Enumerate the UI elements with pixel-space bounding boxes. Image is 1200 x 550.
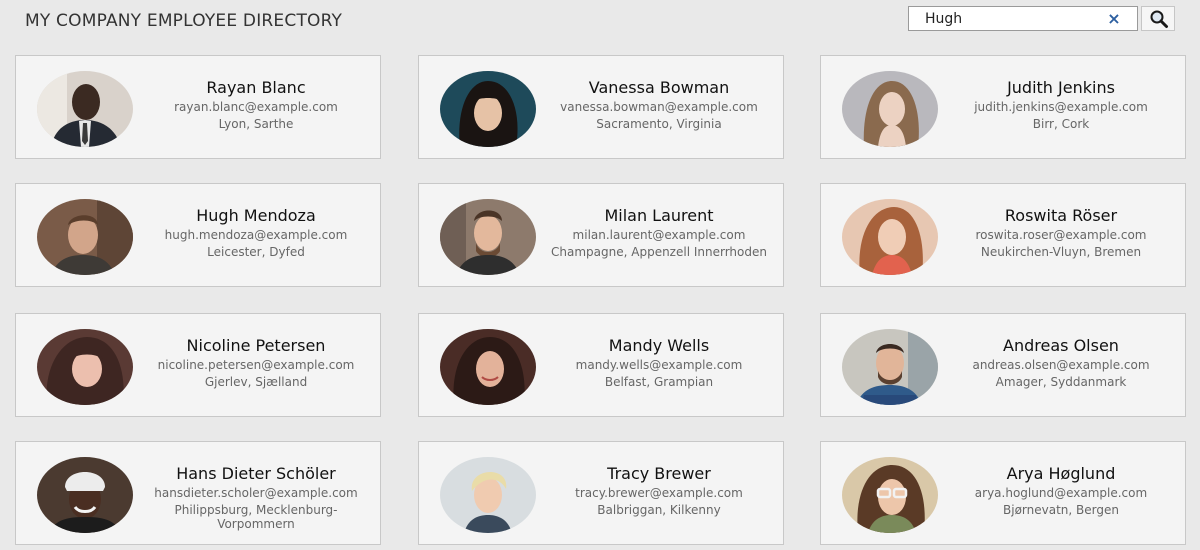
search-box: × <box>908 6 1138 31</box>
employee-name: Arya Høglund <box>1006 464 1116 483</box>
employee-location: Neukirchen-Vluyn, Bremen <box>980 245 1142 259</box>
employee-email: andreas.olsen@example.com <box>972 358 1150 372</box>
employee-location: Philippsburg, Mecklenburg-Vorpommern <box>174 503 338 531</box>
employee-card[interactable]: Arya Høglund arya.hoglund@example.com Bj… <box>820 441 1186 545</box>
employee-card[interactable]: Mandy Wells mandy.wells@example.com Belf… <box>418 313 784 417</box>
employee-email: nicoline.petersen@example.com <box>157 358 355 372</box>
employee-card[interactable]: Tracy Brewer tracy.brewer@example.com Ba… <box>418 441 784 545</box>
employee-card[interactable]: Roswita Röser roswita.roser@example.com … <box>820 183 1186 287</box>
employee-name: Hans Dieter Schöler <box>176 464 336 483</box>
employee-card[interactable]: Nicoline Petersen nicoline.petersen@exam… <box>15 313 381 417</box>
employee-location: Bjørnevatn, Bergen <box>1003 503 1119 517</box>
employee-name: Hugh Mendoza <box>196 206 316 225</box>
employee-email: rayan.blanc@example.com <box>174 100 338 114</box>
employee-name: Rayan Blanc <box>206 78 306 97</box>
employee-card[interactable]: Milan Laurent milan.laurent@example.com … <box>418 183 784 287</box>
clear-search-icon[interactable]: × <box>1107 9 1121 28</box>
avatar <box>842 457 938 533</box>
employee-email: mandy.wells@example.com <box>575 358 743 372</box>
employee-card[interactable]: Judith Jenkins judith.jenkins@example.co… <box>820 55 1186 159</box>
employee-card[interactable]: Andreas Olsen andreas.olsen@example.com … <box>820 313 1186 417</box>
employee-location: Leicester, Dyfed <box>207 245 305 259</box>
employee-location: Belfast, Grampian <box>604 375 714 389</box>
employee-email: roswita.roser@example.com <box>975 228 1147 242</box>
employee-location: Balbriggan, Kilkenny <box>597 503 721 517</box>
employee-card[interactable]: Rayan Blanc rayan.blanc@example.com Lyon… <box>15 55 381 159</box>
employee-name: Roswita Röser <box>1004 206 1118 225</box>
avatar <box>440 199 536 275</box>
avatar <box>842 199 938 275</box>
employee-location: Sacramento, Virginia <box>596 117 722 131</box>
employee-name: Milan Laurent <box>604 206 714 225</box>
avatar <box>440 71 536 147</box>
employee-name: Mandy Wells <box>608 336 710 355</box>
avatar <box>842 329 938 405</box>
employee-name: Judith Jenkins <box>1007 78 1115 97</box>
employee-location: Champagne, Appenzell Innerrhoden <box>551 245 767 259</box>
avatar <box>37 457 133 533</box>
employee-name: Tracy Brewer <box>607 464 711 483</box>
search-input[interactable] <box>909 7 1101 30</box>
search-button[interactable] <box>1141 6 1175 31</box>
employee-email: vanessa.bowman@example.com <box>560 100 758 114</box>
employee-email: hugh.mendoza@example.com <box>164 228 348 242</box>
avatar <box>440 457 536 533</box>
employee-location: Lyon, Sarthe <box>218 117 294 131</box>
employee-email: judith.jenkins@example.com <box>974 100 1148 114</box>
employee-location: Amager, Syddanmark <box>995 375 1127 389</box>
employee-name: Vanessa Bowman <box>588 78 730 97</box>
employee-location: Birr, Cork <box>1032 117 1090 131</box>
page-title: MY COMPANY EMPLOYEE DIRECTORY <box>25 11 343 31</box>
employee-email: arya.hoglund@example.com <box>974 486 1148 500</box>
employee-card[interactable]: Vanessa Bowman vanessa.bowman@example.co… <box>418 55 784 159</box>
employee-card[interactable]: Hans Dieter Schöler hansdieter.scholer@e… <box>15 441 381 545</box>
avatar <box>842 71 938 147</box>
avatar <box>440 329 536 405</box>
employee-name: Nicoline Petersen <box>186 336 326 355</box>
employee-location: Gjerlev, Sjælland <box>204 375 308 389</box>
employee-email: tracy.brewer@example.com <box>575 486 743 500</box>
employee-email: milan.laurent@example.com <box>572 228 746 242</box>
avatar <box>37 199 133 275</box>
avatar <box>37 329 133 405</box>
employee-email: hansdieter.scholer@example.com <box>154 486 358 500</box>
avatar <box>37 71 133 147</box>
magnifier-icon <box>1150 10 1168 28</box>
employee-card[interactable]: Hugh Mendoza hugh.mendoza@example.com Le… <box>15 183 381 287</box>
employee-name: Andreas Olsen <box>1003 336 1119 355</box>
